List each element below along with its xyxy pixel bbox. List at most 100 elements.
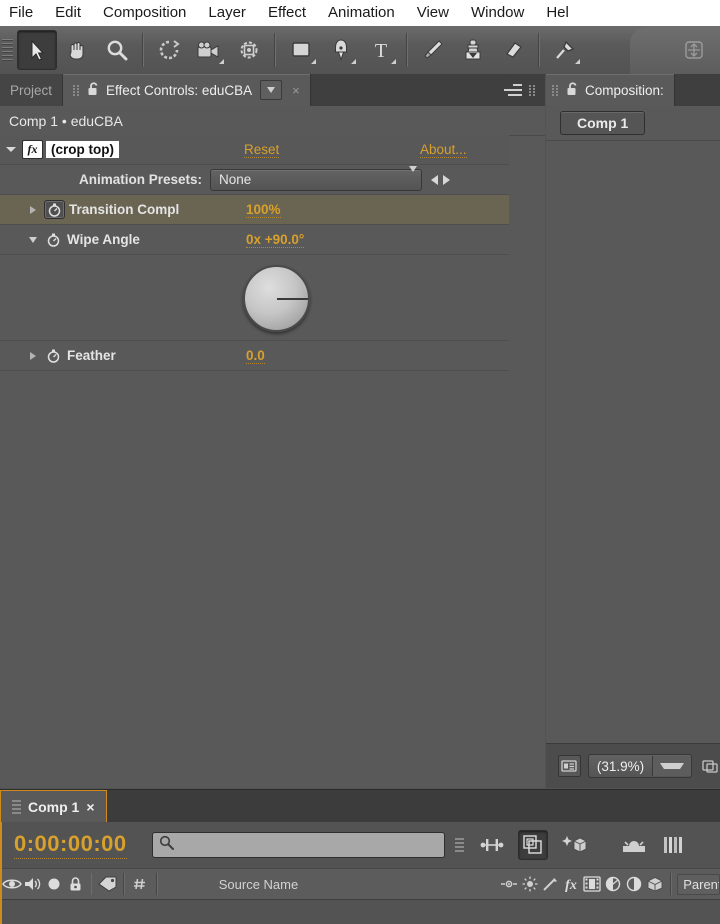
camera-tool[interactable] xyxy=(189,30,229,70)
enable-frame-blending-icon[interactable] xyxy=(620,831,648,859)
about-button[interactable]: About... xyxy=(420,142,467,158)
rotation-tool[interactable] xyxy=(149,30,189,70)
tab-project[interactable]: Project xyxy=(0,74,64,106)
property-row-feather[interactable]: Feather 0.0 xyxy=(0,341,509,371)
panel-menu-icon[interactable] xyxy=(504,84,522,96)
effects-sun-icon[interactable] xyxy=(519,871,540,897)
anchor-tool[interactable] xyxy=(674,30,714,70)
previous-preset-icon[interactable] xyxy=(431,174,439,185)
fx-icon[interactable]: fx xyxy=(561,871,582,897)
property-row-wipe-angle[interactable]: Wipe Angle 0x +90.0° xyxy=(0,225,509,255)
menu-item-composition[interactable]: Composition xyxy=(92,0,197,26)
puppet-pin-tool[interactable] xyxy=(545,30,585,70)
menu-item-help[interactable]: Hel xyxy=(535,0,580,26)
tab-drag-dots[interactable] xyxy=(73,82,81,98)
panel-resize-dots[interactable] xyxy=(529,82,537,98)
composition-breadcrumb: Comp 1 xyxy=(546,106,720,141)
menu-item-file[interactable]: File xyxy=(0,0,44,26)
chevron-down-icon[interactable] xyxy=(652,756,692,776)
stopwatch-icon[interactable] xyxy=(44,347,63,364)
menu-item-edit[interactable]: Edit xyxy=(44,0,92,26)
lock-icon[interactable] xyxy=(566,81,579,99)
timeline-tab-grip[interactable] xyxy=(12,796,21,818)
column-header-parent[interactable]: Parent xyxy=(677,873,720,895)
menu-item-effect[interactable]: Effect xyxy=(257,0,317,26)
toolbar-grip[interactable] xyxy=(2,35,13,65)
chevron-down-icon[interactable] xyxy=(0,147,22,152)
layer-number-icon[interactable] xyxy=(130,871,151,897)
comp-tab-drag-dots[interactable] xyxy=(552,82,560,98)
chevron-down-icon[interactable] xyxy=(409,166,418,187)
stopwatch-icon[interactable] xyxy=(44,200,65,219)
effect-header-row[interactable]: fx (crop top) Reset About... xyxy=(0,135,509,165)
hide-shy-layers-icon[interactable] xyxy=(560,831,588,859)
zoom-level-select[interactable]: (31.9%) xyxy=(587,754,693,778)
three-d-layer-icon[interactable] xyxy=(644,871,665,897)
effect-controls-tabstrip: Project Effect Controls: eduCBA × xyxy=(0,74,545,107)
reset-button[interactable]: Reset xyxy=(244,142,280,158)
chevron-down-icon[interactable] xyxy=(22,236,44,243)
adjustment-layer-icon[interactable] xyxy=(624,871,645,897)
effect-controls-panel: Comp 1 • eduCBA fx (crop top) Reset Abou… xyxy=(0,106,545,788)
draft-3d-icon[interactable] xyxy=(517,830,548,860)
comp-chip[interactable]: Comp 1 xyxy=(560,111,646,135)
enable-motion-blur-icon[interactable] xyxy=(660,831,688,859)
hand-tool[interactable] xyxy=(57,30,97,70)
audio-icon[interactable] xyxy=(23,871,44,897)
timeline-column-header: Source Name fx Parent xyxy=(2,868,720,900)
chevron-down-icon[interactable] xyxy=(260,80,283,100)
frame-blending-icon[interactable] xyxy=(582,871,603,897)
menu-item-view[interactable]: View xyxy=(406,0,460,26)
chevron-right-icon[interactable] xyxy=(22,351,44,360)
tab-composition[interactable]: Composition: xyxy=(546,74,675,106)
video-visibility-icon[interactable] xyxy=(2,871,23,897)
column-header-source-name[interactable]: Source Name xyxy=(219,877,298,892)
lock-icon[interactable] xyxy=(65,871,86,897)
pen-tool[interactable] xyxy=(321,30,361,70)
clone-stamp-tool[interactable] xyxy=(453,30,493,70)
eraser-tool[interactable] xyxy=(493,30,533,70)
menu-item-layer[interactable]: Layer xyxy=(197,0,257,26)
menu-item-animation[interactable]: Animation xyxy=(317,0,406,26)
property-value[interactable]: 100% xyxy=(246,202,281,218)
composition-mini-flowchart-icon[interactable] xyxy=(478,831,506,859)
label-color-icon[interactable] xyxy=(97,871,118,897)
current-timecode[interactable]: 0:00:00:00 xyxy=(14,831,127,859)
animation-presets-select[interactable]: None xyxy=(210,166,423,191)
menu-item-window[interactable]: Window xyxy=(460,0,535,26)
solo-icon[interactable] xyxy=(44,871,65,897)
close-icon[interactable]: × xyxy=(292,83,300,98)
quality-icon[interactable] xyxy=(540,871,561,897)
brush-tool[interactable] xyxy=(413,30,453,70)
close-icon[interactable]: × xyxy=(86,799,94,815)
pan-behind-tool[interactable] xyxy=(229,30,269,70)
timeline-switch-icons xyxy=(478,830,688,860)
property-value[interactable]: 0x +90.0° xyxy=(246,232,305,248)
header-divider-3 xyxy=(155,873,158,895)
property-row-transition-completion[interactable]: Transition Compl 100% xyxy=(0,195,509,225)
type-tool[interactable]: T xyxy=(361,30,401,70)
motion-blur-icon[interactable] xyxy=(603,871,624,897)
menu-bar: File Edit Composition Layer Effect Anima… xyxy=(0,0,720,26)
motion-blur-switch-icon[interactable] xyxy=(498,871,519,897)
tab-effect-controls[interactable]: Effect Controls: eduCBA × xyxy=(63,74,311,106)
chevron-right-icon[interactable] xyxy=(22,205,44,214)
next-preset-icon[interactable] xyxy=(443,174,451,185)
selection-tool[interactable] xyxy=(17,30,57,70)
zoom-tool[interactable] xyxy=(97,30,137,70)
angle-dial[interactable] xyxy=(243,265,310,332)
stopwatch-icon[interactable] xyxy=(44,231,63,248)
effect-controls-panel-menu[interactable] xyxy=(496,74,545,106)
timeline-toolbar-grip[interactable] xyxy=(454,834,464,856)
always-preview-icon[interactable] xyxy=(558,755,581,777)
composition-viewer[interactable] xyxy=(546,141,720,744)
property-value[interactable]: 0.0 xyxy=(246,348,265,364)
animation-presets-label: Animation Presets: xyxy=(79,172,203,187)
shape-tool[interactable] xyxy=(281,30,321,70)
search-input[interactable] xyxy=(151,832,445,858)
tab-timeline-comp1[interactable]: Comp 1 × xyxy=(0,790,107,823)
tab-effect-controls-label: Effect Controls: eduCBA xyxy=(106,82,253,98)
lock-icon[interactable] xyxy=(87,81,100,99)
resolution-icon[interactable] xyxy=(699,756,720,776)
effect-name[interactable]: (crop top) xyxy=(46,141,119,158)
